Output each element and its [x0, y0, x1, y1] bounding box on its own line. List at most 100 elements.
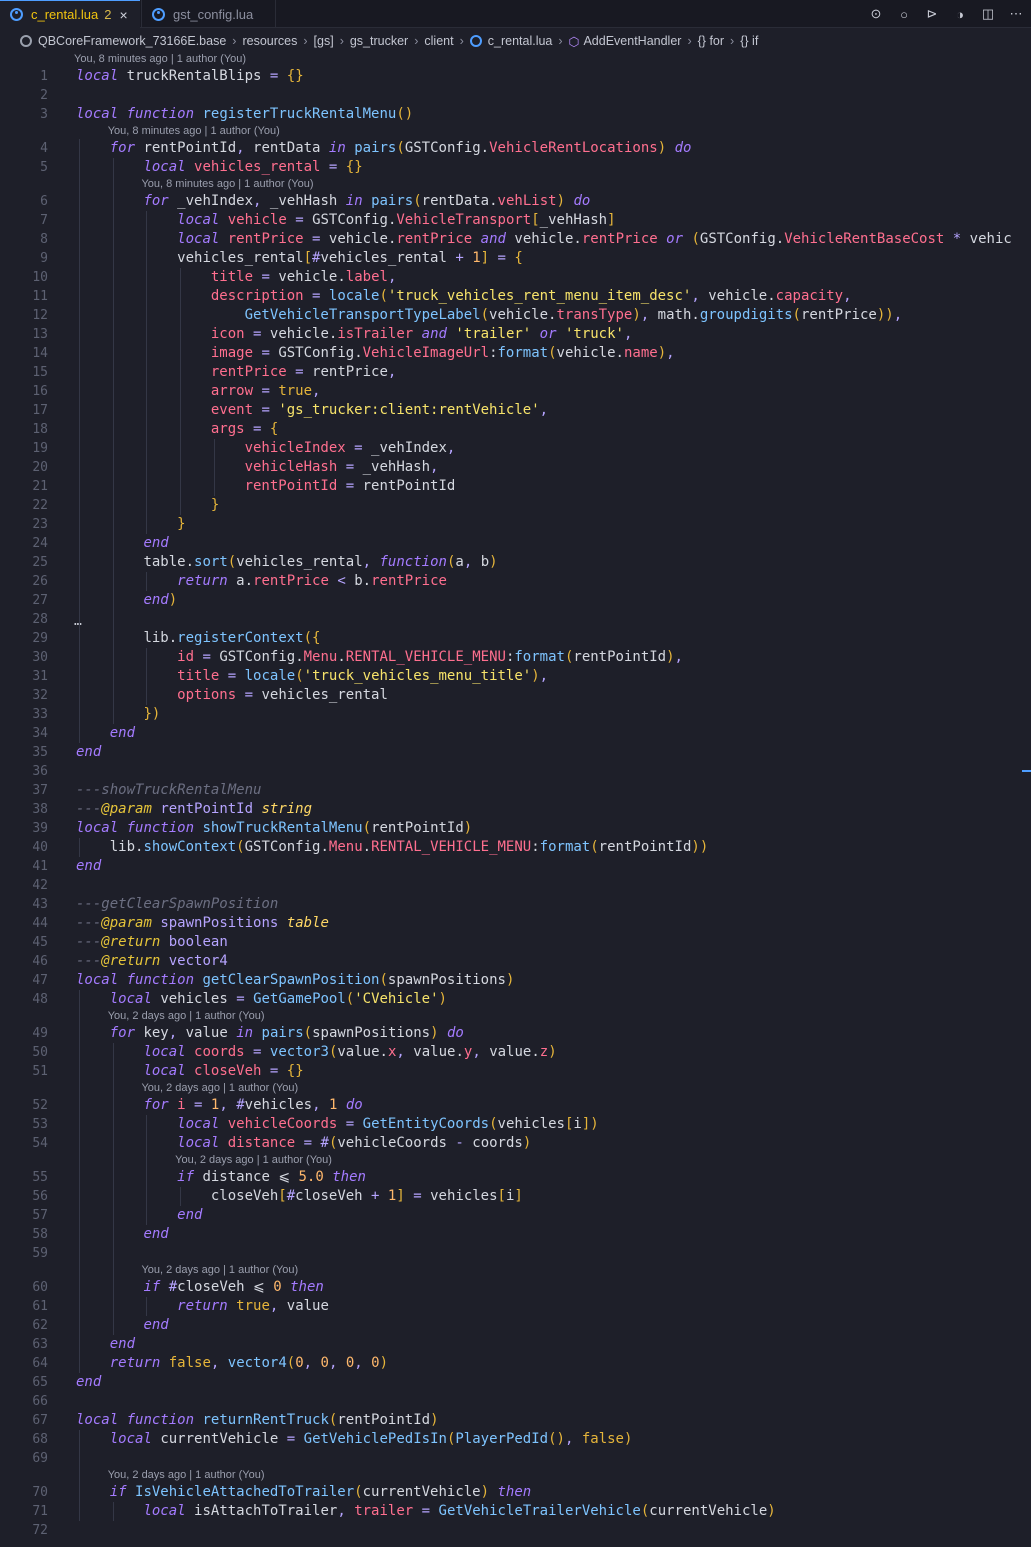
code-line[interactable]: 35 end	[0, 743, 1031, 762]
code-text[interactable]: options = vehicles_rental	[76, 686, 388, 705]
code-text[interactable]: local function showTruckRentalMenu(rentP…	[76, 819, 472, 838]
split-editor-icon[interactable]: ◫	[979, 6, 997, 22]
code-line[interactable]: 32 options = vehicles_rental	[0, 686, 1031, 705]
tab-gst-config[interactable]: gst_config.lua	[141, 0, 276, 28]
code-text[interactable]: vehicles_rental[#vehicles_rental + 1] = …	[76, 249, 523, 268]
code-line[interactable]: 51 local closeVeh = {}	[0, 1062, 1031, 1081]
code-line[interactable]: 42	[0, 876, 1031, 895]
code-line[interactable]: 54 local distance = #(vehicleCoords - co…	[0, 1134, 1031, 1153]
go-forward-circle-icon[interactable]: ○	[895, 7, 913, 22]
code-line[interactable]: 34 end	[0, 724, 1031, 743]
code-line[interactable]: 57 end	[0, 1206, 1031, 1225]
code-text[interactable]: GetVehicleTransportTypeLabel(vehicle.tra…	[76, 306, 903, 325]
code-text[interactable]: description = locale('truck_vehicles_ren…	[76, 287, 852, 306]
code-text[interactable]: local vehicles = GetGamePool('CVehicle')	[76, 990, 447, 1009]
code-text[interactable]: for rentPointId, rentData in pairs(GSTCo…	[76, 139, 692, 158]
code-text[interactable]: end)	[76, 591, 177, 610]
code-line[interactable]: 27 end)	[0, 591, 1031, 610]
breadcrumb-symbol-for[interactable]: {} for	[698, 34, 724, 48]
code-line[interactable]: 49 for key, value in pairs(spawnPosition…	[0, 1024, 1031, 1043]
code-line[interactable]: 72	[0, 1521, 1031, 1540]
code-text[interactable]: icon = vehicle.isTrailer and 'trailer' o…	[76, 325, 633, 344]
code-text[interactable]: end	[76, 1316, 168, 1335]
code-text[interactable]: ---showTruckRentalMenu	[76, 781, 261, 800]
code-text[interactable]: return true, value	[76, 1297, 329, 1316]
code-line[interactable]: 46 ---@return vector4	[0, 952, 1031, 971]
code-text[interactable]: closeVeh[#closeVeh + 1] = vehicles[i]	[76, 1187, 523, 1206]
code-text[interactable]: local function registerTruckRentalMenu()	[76, 105, 413, 124]
code-line[interactable]: 12 GetVehicleTransportTypeLabel(vehicle.…	[0, 306, 1031, 325]
code-text[interactable]: end	[76, 743, 101, 762]
code-text[interactable]: lib.showContext(GSTConfig.Menu.RENTAL_VE…	[76, 838, 709, 857]
code-text[interactable]: rentPointId = rentPointId	[76, 477, 456, 496]
code-text[interactable]: vehicleHash = _vehHash,	[76, 458, 439, 477]
git-blame-annotation[interactable]: You, 8 minutes ago | 1 author (You)	[108, 125, 280, 137]
more-actions-icon[interactable]: ⋯	[1007, 6, 1025, 22]
code-text[interactable]: if IsVehicleAttachedToTrailer(currentVeh…	[76, 1483, 532, 1502]
code-text[interactable]: local isAttachToTrailer, trailer = GetVe…	[76, 1502, 775, 1521]
code-line[interactable]: 62 end	[0, 1316, 1031, 1335]
code-text[interactable]: local truckRentalBlips = {}	[76, 67, 304, 86]
code-line[interactable]: 41 end	[0, 857, 1031, 876]
code-text[interactable]: ---@return vector4	[76, 952, 228, 971]
code-text[interactable]: end	[76, 1335, 135, 1354]
code-text[interactable]: for key, value in pairs(spawnPositions) …	[76, 1024, 464, 1043]
code-line[interactable]: 53 local vehicleCoords = GetEntityCoords…	[0, 1115, 1031, 1134]
code-line[interactable]: 7 local vehicle = GSTConfig.VehicleTrans…	[0, 211, 1031, 230]
code-text[interactable]: title = vehicle.label,	[76, 268, 397, 287]
code-line[interactable]: 43 ---getClearSpawnPosition	[0, 895, 1031, 914]
code-text[interactable]: local vehicles_rental = {}	[76, 158, 362, 177]
code-line[interactable]: 22 }	[0, 496, 1031, 515]
code-text[interactable]: end	[76, 857, 101, 876]
code-line[interactable]: 31 title = locale('truck_vehicles_menu_t…	[0, 667, 1031, 686]
code-line[interactable]: 1 local truckRentalBlips = {}	[0, 67, 1031, 86]
code-line[interactable]: 30 id = GSTConfig.Menu.RENTAL_VEHICLE_ME…	[0, 648, 1031, 667]
code-text[interactable]: local vehicle = GSTConfig.VehicleTranspo…	[76, 211, 615, 230]
code-line[interactable]: 69	[0, 1449, 1031, 1468]
code-line[interactable]: 10 title = vehicle.label,	[0, 268, 1031, 287]
breadcrumb-gs[interactable]: [gs]	[314, 34, 334, 48]
code-text[interactable]: ---getClearSpawnPosition	[76, 895, 278, 914]
code-line[interactable]: 33 })	[0, 705, 1031, 724]
code-text[interactable]: rentPrice = rentPrice,	[76, 363, 396, 382]
code-line[interactable]: 70 if IsVehicleAttachedToTrailer(current…	[0, 1483, 1031, 1502]
code-line[interactable]: 4 for rentPointId, rentData in pairs(GST…	[0, 139, 1031, 158]
code-line[interactable]: 47 local function getClearSpawnPosition(s…	[0, 971, 1031, 990]
code-line[interactable]: 67 local function returnRentTruck(rentPoi…	[0, 1411, 1031, 1430]
code-line[interactable]: 26 return a.rentPrice < b.rentPrice	[0, 572, 1031, 591]
git-blame-annotation[interactable]: You, 2 days ago | 1 author (You)	[108, 1010, 265, 1022]
code-line[interactable]: 68 local currentVehicle = GetVehiclePedI…	[0, 1430, 1031, 1449]
git-blame-annotation[interactable]: You, 2 days ago | 1 author (You)	[141, 1082, 298, 1094]
breadcrumb-gs-trucker[interactable]: gs_trucker	[350, 34, 408, 48]
code-text[interactable]: table.sort(vehicles_rental, function(a, …	[76, 553, 497, 572]
code-text[interactable]: }	[76, 496, 219, 515]
code-line[interactable]: 21 rentPointId = rentPointId	[0, 477, 1031, 496]
folded-region-marker[interactable]: …	[74, 614, 82, 629]
code-line[interactable]: 25 table.sort(vehicles_rental, function(…	[0, 553, 1031, 572]
code-text[interactable]: for _vehIndex, _vehHash in pairs(rentDat…	[76, 192, 590, 211]
git-blame-annotation[interactable]: You, 2 days ago | 1 author (You)	[108, 1469, 265, 1481]
open-changes-icon[interactable]: ◑	[951, 7, 969, 22]
code-line[interactable]: 14 image = GSTConfig.VehicleImageUrl:for…	[0, 344, 1031, 363]
code-line[interactable]: 9 vehicles_rental[#vehicles_rental + 1] …	[0, 249, 1031, 268]
code-text[interactable]: })	[76, 705, 160, 724]
breadcrumb-client[interactable]: client	[424, 34, 453, 48]
code-text[interactable]: for i = 1, #vehicles, 1 do	[76, 1096, 362, 1115]
code-text[interactable]: return false, vector4(0, 0, 0, 0)	[76, 1354, 388, 1373]
close-icon[interactable]: ×	[119, 7, 127, 23]
code-line[interactable]: 5 local vehicles_rental = {}	[0, 158, 1031, 177]
code-text[interactable]: ---@param spawnPositions table	[76, 914, 329, 933]
code-line[interactable]: 29 lib.registerContext({	[0, 629, 1031, 648]
breadcrumb-resources[interactable]: resources	[242, 34, 297, 48]
code-line[interactable]: 66	[0, 1392, 1031, 1411]
code-line[interactable]: 16 arrow = true,	[0, 382, 1031, 401]
code-text[interactable]: local closeVeh = {}	[76, 1062, 303, 1081]
code-line[interactable]: 48 local vehicles = GetGamePool('CVehicl…	[0, 990, 1031, 1009]
code-line[interactable]: 23 }	[0, 515, 1031, 534]
code-text[interactable]: ---@param rentPointId string	[76, 800, 312, 819]
code-line[interactable]: 55 if distance ⩽ 5.0 then	[0, 1168, 1031, 1187]
code-text[interactable]: local rentPrice = vehicle.rentPrice and …	[76, 230, 1012, 249]
code-text[interactable]: return a.rentPrice < b.rentPrice	[76, 572, 447, 591]
code-line[interactable]: 44 ---@param spawnPositions table	[0, 914, 1031, 933]
code-text[interactable]: if distance ⩽ 5.0 then	[76, 1168, 366, 1187]
